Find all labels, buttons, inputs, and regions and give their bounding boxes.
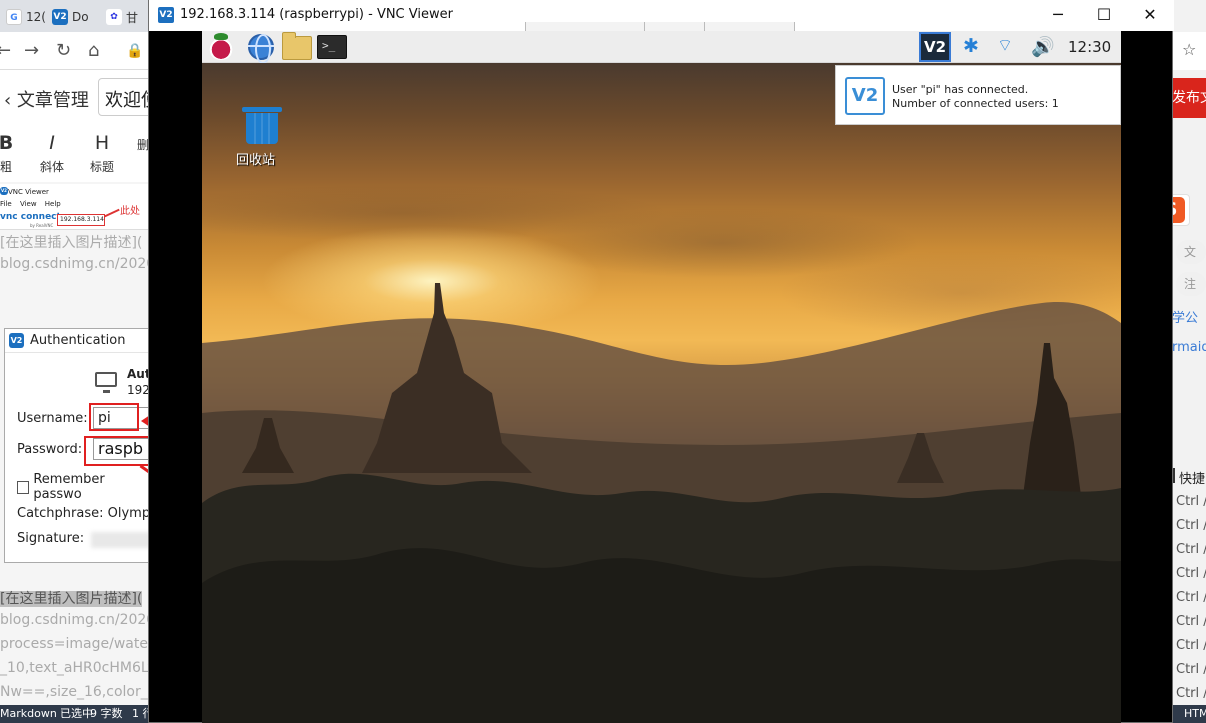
reload-icon[interactable]: ↻ bbox=[56, 40, 71, 61]
browser-tab-google[interactable]: G 12( bbox=[0, 4, 46, 30]
username-label: Username: bbox=[17, 411, 88, 426]
signature-label: Signature: bbox=[17, 531, 85, 546]
authentication-dialog: V2 Authentication Aut 192 Username: pi P… bbox=[4, 328, 172, 563]
file-manager-icon[interactable] bbox=[282, 32, 312, 60]
shortcut-row: Ctrl / bbox=[1176, 566, 1206, 581]
dialog-title: Authentication bbox=[30, 333, 126, 348]
markdown-line: _10,text_aHR0cHM6Ly bbox=[0, 660, 150, 676]
status-right: HTM bbox=[1184, 707, 1206, 720]
vnc-icon: V2 bbox=[52, 9, 68, 25]
browser-tab-baidu[interactable]: ✿ 甘 bbox=[100, 4, 138, 30]
raspbian-taskbar: >_ V2 ✱ ⌔ 🔊 12:30 bbox=[202, 31, 1121, 64]
tab-label: 甘 bbox=[126, 10, 139, 25]
status-selected: 已选中 bbox=[60, 707, 93, 720]
dialog-titlebar: V2 Authentication bbox=[5, 329, 150, 353]
heading-icon: H bbox=[94, 132, 110, 154]
markdown-line: process=image/waterm bbox=[0, 636, 150, 652]
italic-button[interactable]: I 斜体 bbox=[32, 132, 72, 175]
forward-arrow-icon[interactable]: → bbox=[24, 40, 39, 61]
maximize-button[interactable]: ☐ bbox=[1081, 3, 1127, 27]
shortcut-row: Ctrl / bbox=[1176, 542, 1206, 557]
vnc-icon: V2 bbox=[0, 187, 8, 195]
checkbox-icon bbox=[17, 480, 30, 494]
shortcut-panel-title: 快捷 bbox=[1172, 468, 1205, 487]
notification-line: Number of connected users: 1 bbox=[892, 97, 1059, 110]
star-icon[interactable]: ☆ bbox=[1182, 40, 1196, 59]
clock[interactable]: 12:30 bbox=[1068, 38, 1111, 56]
side-chip[interactable]: 文 bbox=[1176, 240, 1206, 264]
back-arrow-icon[interactable]: ← bbox=[0, 40, 11, 61]
vnc-tray-icon[interactable]: V2 bbox=[919, 32, 951, 62]
shortcut-row: Ctrl / bbox=[1176, 590, 1206, 605]
remote-desktop[interactable]: >_ V2 ✱ ⌔ 🔊 12:30 回收站 V2 User "pi" has c… bbox=[202, 31, 1121, 723]
editor-header: ‹ 文章管理 欢迎使 bbox=[0, 70, 158, 126]
vnc-icon: V2 bbox=[845, 77, 885, 115]
connection-notification[interactable]: V2 User "pi" has connected. Number of co… bbox=[835, 65, 1121, 125]
baidu-paw-icon: ✿ bbox=[106, 9, 122, 25]
arrow-icon bbox=[104, 208, 120, 218]
markdown-line: blog.csdnimg.cn/20200 bbox=[0, 256, 150, 272]
signature-value-blurred bbox=[91, 532, 151, 548]
side-link[interactable]: 学公 bbox=[1172, 307, 1198, 326]
raspberry-menu-icon[interactable] bbox=[208, 33, 234, 60]
remember-password-checkbox[interactable]: Remember passwo bbox=[17, 472, 150, 502]
trash-label: 回收站 bbox=[236, 153, 276, 168]
heading-button[interactable]: H 标题 bbox=[82, 132, 122, 175]
markdown-line-selected: [在这里插入图片描述]( bbox=[0, 591, 143, 607]
close-button[interactable]: ✕ bbox=[1127, 3, 1173, 27]
dialog-host: 192 bbox=[127, 383, 150, 397]
browser-toolbar: ← → ↻ ⌂ 🔒 bbox=[0, 32, 150, 70]
side-chip[interactable]: 注 bbox=[1176, 272, 1206, 296]
vnc-titlebar[interactable]: V2 192.168.3.114 (raspberrypi) - VNC Vie… bbox=[149, 0, 1174, 32]
markdown-line: Nw==,size_16,color_FF bbox=[0, 684, 150, 700]
status-words: 9 字数 bbox=[90, 707, 123, 720]
publish-article-button[interactable]: 发布文 bbox=[1172, 78, 1206, 118]
highlight-box bbox=[84, 436, 152, 466]
shortcut-row: Ctrl / bbox=[1176, 494, 1206, 509]
shortcut-row: Ctrl / bbox=[1176, 614, 1206, 629]
shortcut-row: Ctrl / bbox=[1176, 638, 1206, 653]
bluetooth-icon[interactable]: ✱ bbox=[963, 35, 979, 57]
vnc-viewer-window: V2 192.168.3.114 (raspberrypi) - VNC Vie… bbox=[148, 0, 1174, 723]
lock-icon: 🔒 bbox=[126, 43, 144, 59]
terminal-icon[interactable]: >_ bbox=[317, 35, 347, 59]
tab-label: Do bbox=[72, 10, 89, 24]
side-link[interactable]: rmaid bbox=[1172, 340, 1206, 355]
shortcut-row: Ctrl / bbox=[1176, 662, 1206, 677]
embedded-screenshot: V2 VNC Viewer File View Help vnc connect… bbox=[0, 184, 150, 230]
bold-icon: B bbox=[0, 132, 14, 154]
article-management-link[interactable]: ‹ 文章管理 bbox=[4, 86, 89, 112]
password-label: Password: bbox=[17, 442, 83, 457]
google-icon: G bbox=[6, 9, 22, 25]
highlight-box bbox=[89, 403, 139, 431]
shortcut-row: Ctrl / bbox=[1176, 686, 1206, 701]
italic-icon: I bbox=[49, 132, 55, 154]
desktop-wallpaper: 回收站 bbox=[202, 63, 1121, 723]
shortcut-row: Ctrl / bbox=[1176, 518, 1206, 533]
minimize-button[interactable]: ─ bbox=[1035, 3, 1081, 27]
vnc-icon: V2 bbox=[9, 333, 24, 348]
bold-button[interactable]: B 粗 bbox=[0, 132, 26, 175]
monitor-icon bbox=[95, 372, 117, 393]
volume-icon[interactable]: 🔊 bbox=[1031, 35, 1055, 58]
notification-line: User "pi" has connected. bbox=[892, 83, 1029, 96]
pagoda-silhouettes bbox=[202, 283, 1121, 723]
markdown-line: [在这里插入图片描述]( bbox=[0, 235, 143, 251]
tab-label: 12( bbox=[26, 10, 46, 24]
wifi-icon[interactable]: ⌔ bbox=[997, 35, 1013, 56]
chevron-left-icon: ‹ bbox=[4, 90, 17, 111]
markdown-line: blog.csdnimg.cn/20200 bbox=[0, 612, 150, 628]
browser-tab-strip: G 12( V2 Do ✿ 甘 bbox=[0, 0, 150, 32]
status-mode: Markdown bbox=[0, 707, 57, 720]
screen: G 12( V2 Do ✿ 甘 ← → ↻ ⌂ 🔒 ‹ 文章管理 欢迎使 B 粗… bbox=[0, 0, 1206, 723]
browser-tab-vnc-doc[interactable]: V2 Do bbox=[46, 4, 89, 30]
vnc-icon: V2 bbox=[158, 7, 174, 23]
markdown-toolbar: B 粗 I 斜体 H 标题 删 bbox=[0, 126, 150, 182]
browser-globe-icon[interactable] bbox=[248, 34, 274, 64]
browser-toolbar-right: ☆ bbox=[1172, 32, 1206, 70]
window-title: 192.168.3.114 (raspberrypi) - VNC Viewer bbox=[180, 7, 453, 22]
home-icon[interactable]: ⌂ bbox=[88, 40, 99, 61]
